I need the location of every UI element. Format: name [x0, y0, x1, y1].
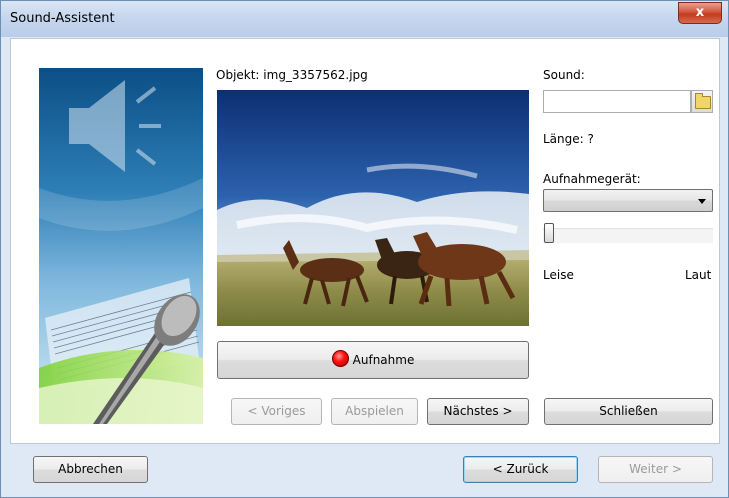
sound-assistant-window: Sound-Assistent x Objekt: img_3357562.jp…	[0, 0, 729, 498]
close-window-button[interactable]: x	[678, 2, 722, 24]
sound-label: Sound:	[543, 68, 585, 82]
object-label: Objekt: img_3357562.jpg	[216, 68, 368, 82]
record-button-label: Aufnahme	[352, 353, 415, 367]
recording-device-select[interactable]	[543, 189, 713, 212]
volume-loud-label: Laut	[685, 268, 712, 282]
close-button[interactable]: Schließen	[544, 398, 713, 425]
window-title: Sound-Assistent	[10, 11, 115, 26]
record-button[interactable]: Aufnahme	[217, 341, 529, 379]
back-button[interactable]: < Zurück	[463, 456, 578, 483]
sound-wizard-artwork	[39, 68, 203, 424]
next-button[interactable]: Nächstes >	[427, 398, 529, 425]
title-bar[interactable]: Sound-Assistent x	[1, 1, 728, 37]
volume-quiet-label: Leise	[543, 268, 574, 282]
sound-file-field[interactable]	[543, 90, 691, 113]
wizard-content: Objekt: img_3357562.jpg Aufnahme < Vorig…	[10, 38, 720, 444]
play-button[interactable]: Abspielen	[331, 398, 418, 425]
forward-button[interactable]: Weiter >	[598, 456, 713, 483]
chevron-down-icon	[698, 199, 706, 204]
record-dot-icon	[331, 350, 349, 367]
volume-slider-thumb[interactable]	[544, 223, 554, 243]
cancel-button[interactable]: Abbrechen	[33, 456, 148, 483]
previous-button[interactable]: < Voriges	[231, 398, 322, 425]
object-image-preview	[217, 90, 529, 326]
browse-folder-button[interactable]	[691, 90, 713, 113]
length-label: Länge: ?	[543, 132, 594, 146]
volume-slider-track[interactable]	[543, 228, 713, 243]
folder-icon	[695, 93, 711, 109]
recording-device-label: Aufnahmegerät:	[543, 172, 641, 186]
wizard-footer: Abbrechen < Zurück Weiter >	[10, 444, 718, 489]
